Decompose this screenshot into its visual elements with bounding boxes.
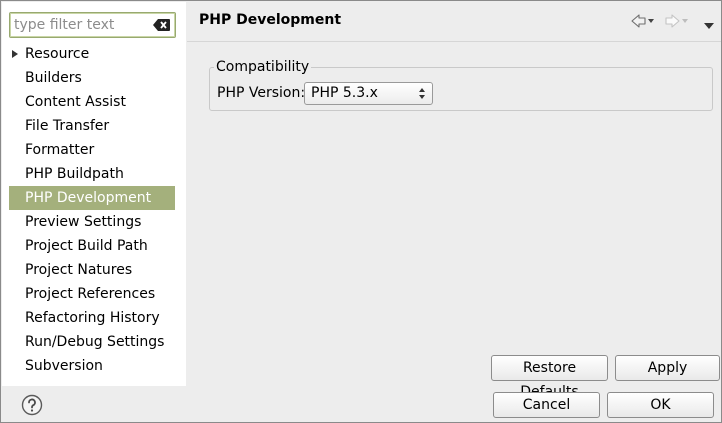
tree-item-builders[interactable]: Builders xyxy=(2,66,186,90)
tree-item-label: Refactoring History xyxy=(25,310,160,326)
tree-item-label: File Transfer xyxy=(25,118,110,134)
cancel-button[interactable]: Cancel xyxy=(493,392,600,418)
tree-item-label: Content Assist xyxy=(25,94,126,110)
back-arrow-icon[interactable] xyxy=(631,13,655,35)
tree-item-label: Run/Debug Settings xyxy=(25,334,165,350)
tree-item-label: PHP Buildpath xyxy=(25,166,124,182)
php-version-label: PHP Version: xyxy=(217,85,306,101)
tree-item-label: Resource xyxy=(25,46,90,62)
group-title: Compatibility xyxy=(214,59,312,75)
tree-item-label: Project References xyxy=(25,286,156,302)
tree-item-php-development[interactable]: PHP Development xyxy=(9,186,175,210)
tree-item-label: Builders xyxy=(25,70,82,86)
tree-item-php-buildpath[interactable]: PHP Buildpath xyxy=(2,162,186,186)
php-version-select[interactable]: PHP 5.3.x xyxy=(304,82,433,105)
tree-item-content-assist[interactable]: Content Assist xyxy=(2,90,186,114)
tree-item-label: Formatter xyxy=(25,142,95,158)
tree-item-label: Preview Settings xyxy=(25,214,142,230)
tree-item-subversion[interactable]: Subversion xyxy=(2,354,186,378)
restore-defaults-button[interactable]: Restore Defaults xyxy=(491,355,608,400)
tree-item-preview-settings[interactable]: Preview Settings xyxy=(2,210,186,234)
tree-item-label: Project Natures xyxy=(25,262,133,278)
preferences-tree-pane: Resource Builders Content Assist File Tr… xyxy=(2,2,186,386)
expand-arrow-icon[interactable] xyxy=(12,50,18,58)
tree-item-formatter[interactable]: Formatter xyxy=(2,138,186,162)
tree-item-label: Subversion xyxy=(25,358,103,374)
ok-button[interactable]: OK xyxy=(607,392,714,418)
help-icon[interactable] xyxy=(21,394,43,416)
view-menu-icon[interactable] xyxy=(703,18,715,34)
preferences-tree: Resource Builders Content Assist File Tr… xyxy=(2,42,186,378)
tree-item-label: Project Build Path xyxy=(25,238,148,254)
php-version-value: PHP 5.3.x xyxy=(311,85,378,101)
spinner-arrows-icon xyxy=(418,86,426,101)
tree-item-project-build-path[interactable]: Project Build Path xyxy=(2,234,186,258)
clear-filter-icon[interactable] xyxy=(153,18,171,32)
tree-item-resource[interactable]: Resource xyxy=(2,42,186,66)
tree-item-project-natures[interactable]: Project Natures xyxy=(2,258,186,282)
tree-item-file-transfer[interactable]: File Transfer xyxy=(2,114,186,138)
apply-button[interactable]: Apply xyxy=(615,355,720,381)
header-separator xyxy=(187,41,721,42)
page-navigation xyxy=(629,13,717,33)
page-title: PHP Development xyxy=(199,12,342,28)
tree-item-refactoring-history[interactable]: Refactoring History xyxy=(2,306,186,330)
tree-item-label: PHP Development xyxy=(25,190,152,206)
tree-item-project-references[interactable]: Project References xyxy=(2,282,186,306)
preferences-dialog: Resource Builders Content Assist File Tr… xyxy=(0,0,722,423)
forward-arrow-icon[interactable] xyxy=(665,13,689,35)
filter-input[interactable] xyxy=(14,16,149,34)
tree-item-run-debug-settings[interactable]: Run/Debug Settings xyxy=(2,330,186,354)
filter-box[interactable] xyxy=(9,12,176,38)
